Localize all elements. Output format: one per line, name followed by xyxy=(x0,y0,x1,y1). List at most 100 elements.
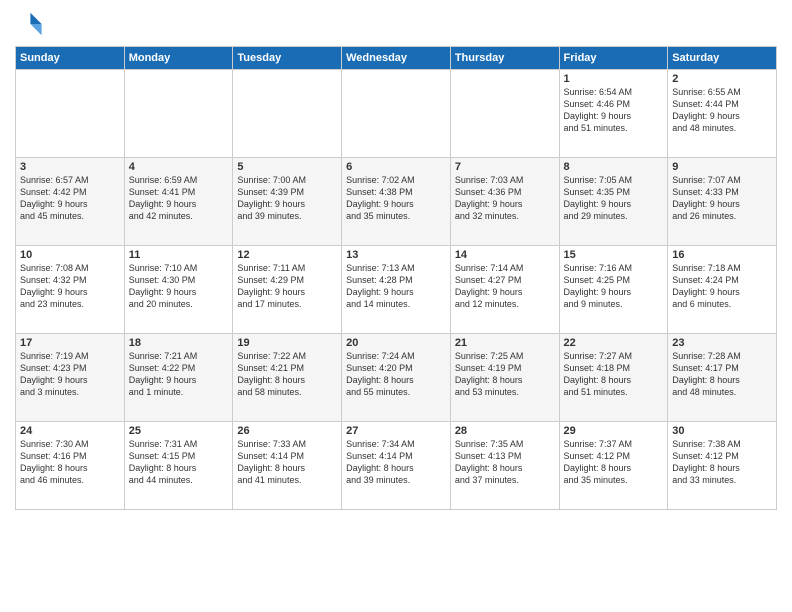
day-number: 30 xyxy=(672,425,772,437)
day-info: Sunrise: 6:57 AM Sunset: 4:42 PM Dayligh… xyxy=(20,174,120,223)
weekday-header-sunday: Sunday xyxy=(16,47,125,70)
day-info: Sunrise: 7:13 AM Sunset: 4:28 PM Dayligh… xyxy=(346,262,446,311)
day-cell: 22Sunrise: 7:27 AM Sunset: 4:18 PM Dayli… xyxy=(559,334,668,422)
day-cell: 9Sunrise: 7:07 AM Sunset: 4:33 PM Daylig… xyxy=(668,158,777,246)
day-number: 13 xyxy=(346,249,446,261)
day-cell: 10Sunrise: 7:08 AM Sunset: 4:32 PM Dayli… xyxy=(16,246,125,334)
day-cell xyxy=(124,70,233,158)
weekday-header-monday: Monday xyxy=(124,47,233,70)
day-info: Sunrise: 7:05 AM Sunset: 4:35 PM Dayligh… xyxy=(564,174,664,223)
day-info: Sunrise: 7:14 AM Sunset: 4:27 PM Dayligh… xyxy=(455,262,555,311)
day-info: Sunrise: 7:10 AM Sunset: 4:30 PM Dayligh… xyxy=(129,262,229,311)
day-number: 9 xyxy=(672,161,772,173)
day-cell: 14Sunrise: 7:14 AM Sunset: 4:27 PM Dayli… xyxy=(450,246,559,334)
day-info: Sunrise: 7:11 AM Sunset: 4:29 PM Dayligh… xyxy=(237,262,337,311)
day-number: 27 xyxy=(346,425,446,437)
day-info: Sunrise: 7:25 AM Sunset: 4:19 PM Dayligh… xyxy=(455,350,555,399)
day-cell: 8Sunrise: 7:05 AM Sunset: 4:35 PM Daylig… xyxy=(559,158,668,246)
day-info: Sunrise: 7:21 AM Sunset: 4:22 PM Dayligh… xyxy=(129,350,229,399)
day-info: Sunrise: 7:38 AM Sunset: 4:12 PM Dayligh… xyxy=(672,438,772,487)
day-info: Sunrise: 7:18 AM Sunset: 4:24 PM Dayligh… xyxy=(672,262,772,311)
day-info: Sunrise: 7:19 AM Sunset: 4:23 PM Dayligh… xyxy=(20,350,120,399)
day-cell xyxy=(233,70,342,158)
day-cell: 24Sunrise: 7:30 AM Sunset: 4:16 PM Dayli… xyxy=(16,422,125,510)
day-cell: 12Sunrise: 7:11 AM Sunset: 4:29 PM Dayli… xyxy=(233,246,342,334)
day-number: 12 xyxy=(237,249,337,261)
day-cell: 4Sunrise: 6:59 AM Sunset: 4:41 PM Daylig… xyxy=(124,158,233,246)
day-number: 6 xyxy=(346,161,446,173)
day-number: 2 xyxy=(672,73,772,85)
week-row-3: 10Sunrise: 7:08 AM Sunset: 4:32 PM Dayli… xyxy=(16,246,777,334)
logo-icon xyxy=(15,10,43,38)
day-cell: 23Sunrise: 7:28 AM Sunset: 4:17 PM Dayli… xyxy=(668,334,777,422)
day-number: 14 xyxy=(455,249,555,261)
day-cell: 21Sunrise: 7:25 AM Sunset: 4:19 PM Dayli… xyxy=(450,334,559,422)
day-cell xyxy=(450,70,559,158)
day-info: Sunrise: 7:37 AM Sunset: 4:12 PM Dayligh… xyxy=(564,438,664,487)
day-info: Sunrise: 6:54 AM Sunset: 4:46 PM Dayligh… xyxy=(564,86,664,135)
calendar: SundayMondayTuesdayWednesdayThursdayFrid… xyxy=(15,46,777,510)
day-cell: 1Sunrise: 6:54 AM Sunset: 4:46 PM Daylig… xyxy=(559,70,668,158)
day-info: Sunrise: 7:24 AM Sunset: 4:20 PM Dayligh… xyxy=(346,350,446,399)
day-cell: 5Sunrise: 7:00 AM Sunset: 4:39 PM Daylig… xyxy=(233,158,342,246)
day-cell xyxy=(342,70,451,158)
day-info: Sunrise: 6:55 AM Sunset: 4:44 PM Dayligh… xyxy=(672,86,772,135)
day-number: 25 xyxy=(129,425,229,437)
day-cell: 19Sunrise: 7:22 AM Sunset: 4:21 PM Dayli… xyxy=(233,334,342,422)
day-cell: 27Sunrise: 7:34 AM Sunset: 4:14 PM Dayli… xyxy=(342,422,451,510)
day-cell: 13Sunrise: 7:13 AM Sunset: 4:28 PM Dayli… xyxy=(342,246,451,334)
day-number: 5 xyxy=(237,161,337,173)
day-number: 1 xyxy=(564,73,664,85)
day-info: Sunrise: 7:27 AM Sunset: 4:18 PM Dayligh… xyxy=(564,350,664,399)
week-row-1: 1Sunrise: 6:54 AM Sunset: 4:46 PM Daylig… xyxy=(16,70,777,158)
day-number: 29 xyxy=(564,425,664,437)
day-cell: 30Sunrise: 7:38 AM Sunset: 4:12 PM Dayli… xyxy=(668,422,777,510)
day-cell: 16Sunrise: 7:18 AM Sunset: 4:24 PM Dayli… xyxy=(668,246,777,334)
day-info: Sunrise: 6:59 AM Sunset: 4:41 PM Dayligh… xyxy=(129,174,229,223)
day-info: Sunrise: 7:22 AM Sunset: 4:21 PM Dayligh… xyxy=(237,350,337,399)
weekday-header-friday: Friday xyxy=(559,47,668,70)
weekday-header-tuesday: Tuesday xyxy=(233,47,342,70)
week-row-2: 3Sunrise: 6:57 AM Sunset: 4:42 PM Daylig… xyxy=(16,158,777,246)
day-cell: 11Sunrise: 7:10 AM Sunset: 4:30 PM Dayli… xyxy=(124,246,233,334)
day-number: 23 xyxy=(672,337,772,349)
day-cell: 7Sunrise: 7:03 AM Sunset: 4:36 PM Daylig… xyxy=(450,158,559,246)
day-cell: 17Sunrise: 7:19 AM Sunset: 4:23 PM Dayli… xyxy=(16,334,125,422)
day-number: 24 xyxy=(20,425,120,437)
day-number: 21 xyxy=(455,337,555,349)
weekday-header-wednesday: Wednesday xyxy=(342,47,451,70)
day-cell: 15Sunrise: 7:16 AM Sunset: 4:25 PM Dayli… xyxy=(559,246,668,334)
day-number: 7 xyxy=(455,161,555,173)
day-number: 4 xyxy=(129,161,229,173)
logo xyxy=(15,10,47,38)
day-cell: 18Sunrise: 7:21 AM Sunset: 4:22 PM Dayli… xyxy=(124,334,233,422)
day-info: Sunrise: 7:30 AM Sunset: 4:16 PM Dayligh… xyxy=(20,438,120,487)
day-number: 3 xyxy=(20,161,120,173)
header xyxy=(15,10,777,38)
day-info: Sunrise: 7:35 AM Sunset: 4:13 PM Dayligh… xyxy=(455,438,555,487)
day-cell: 28Sunrise: 7:35 AM Sunset: 4:13 PM Dayli… xyxy=(450,422,559,510)
weekday-header-row: SundayMondayTuesdayWednesdayThursdayFrid… xyxy=(16,47,777,70)
day-number: 22 xyxy=(564,337,664,349)
day-cell: 29Sunrise: 7:37 AM Sunset: 4:12 PM Dayli… xyxy=(559,422,668,510)
day-number: 11 xyxy=(129,249,229,261)
day-cell: 26Sunrise: 7:33 AM Sunset: 4:14 PM Dayli… xyxy=(233,422,342,510)
weekday-header-thursday: Thursday xyxy=(450,47,559,70)
day-number: 20 xyxy=(346,337,446,349)
day-number: 8 xyxy=(564,161,664,173)
day-cell xyxy=(16,70,125,158)
week-row-4: 17Sunrise: 7:19 AM Sunset: 4:23 PM Dayli… xyxy=(16,334,777,422)
day-info: Sunrise: 7:02 AM Sunset: 4:38 PM Dayligh… xyxy=(346,174,446,223)
day-info: Sunrise: 7:34 AM Sunset: 4:14 PM Dayligh… xyxy=(346,438,446,487)
day-number: 18 xyxy=(129,337,229,349)
day-number: 17 xyxy=(20,337,120,349)
day-number: 26 xyxy=(237,425,337,437)
day-info: Sunrise: 7:08 AM Sunset: 4:32 PM Dayligh… xyxy=(20,262,120,311)
day-info: Sunrise: 7:00 AM Sunset: 4:39 PM Dayligh… xyxy=(237,174,337,223)
day-info: Sunrise: 7:07 AM Sunset: 4:33 PM Dayligh… xyxy=(672,174,772,223)
day-info: Sunrise: 7:16 AM Sunset: 4:25 PM Dayligh… xyxy=(564,262,664,311)
day-cell: 20Sunrise: 7:24 AM Sunset: 4:20 PM Dayli… xyxy=(342,334,451,422)
day-number: 10 xyxy=(20,249,120,261)
day-number: 28 xyxy=(455,425,555,437)
weekday-header-saturday: Saturday xyxy=(668,47,777,70)
